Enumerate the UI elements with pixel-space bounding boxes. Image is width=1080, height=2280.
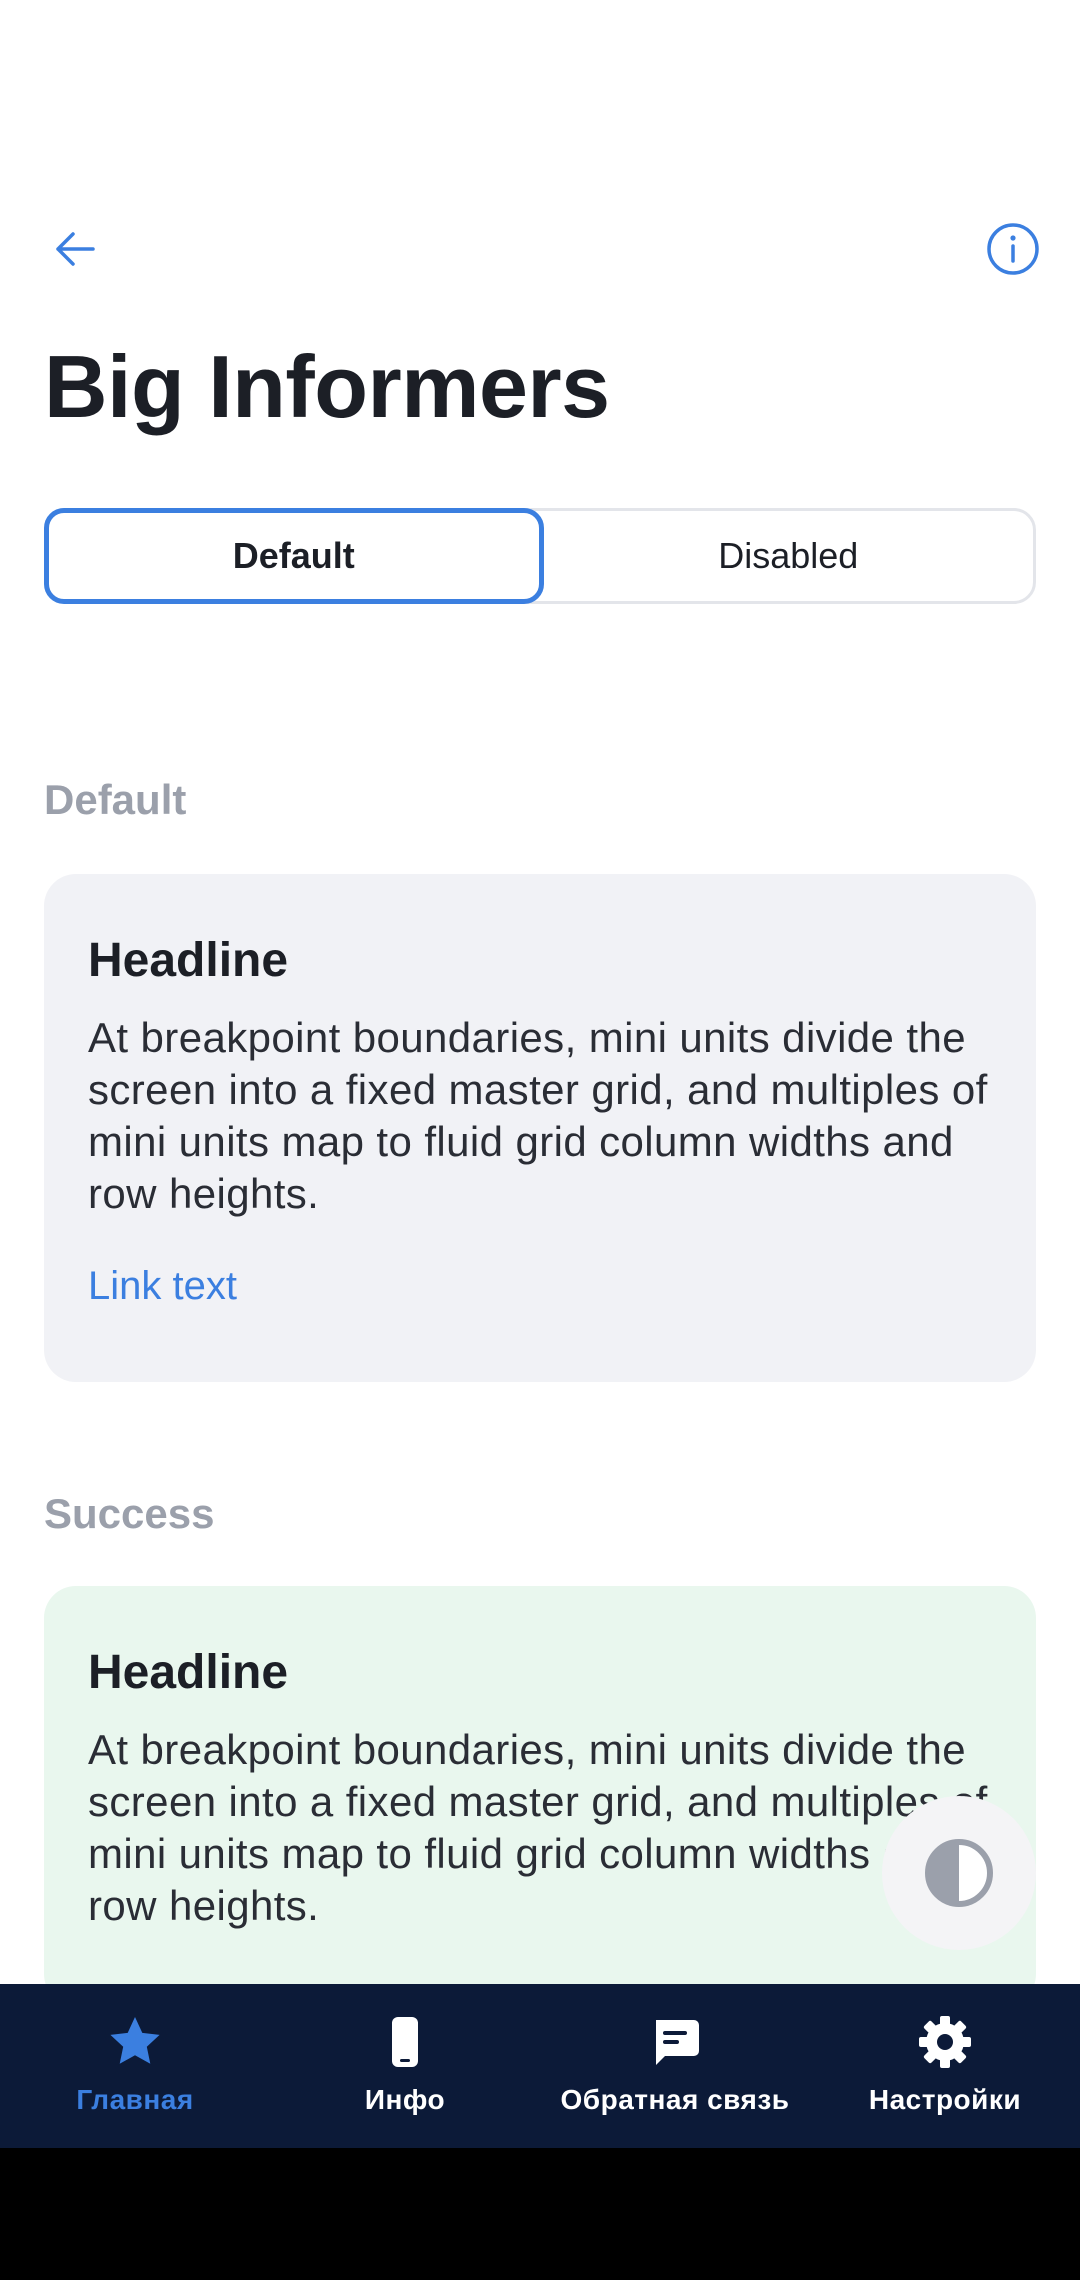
back-button[interactable] (44, 218, 106, 280)
nav-item-feedback[interactable]: Обратная связь (540, 1984, 810, 2148)
nav-item-info[interactable]: Инфо (270, 1984, 540, 2148)
info-circle-icon (987, 223, 1039, 275)
segment-disabled[interactable]: Disabled (544, 511, 1034, 601)
info-button[interactable] (982, 218, 1044, 280)
card-headline: Headline (88, 1646, 289, 1699)
nav-item-settings[interactable]: Настройки (810, 1984, 1080, 2148)
status-bar-area (0, 0, 1080, 200)
card-headline: Headline (88, 934, 289, 987)
nav-label-info: Инфо (364, 2084, 446, 2115)
page-title: Big Informers (44, 337, 610, 436)
system-navigation-bar (0, 2148, 1080, 2280)
arrow-left-icon (56, 232, 95, 266)
segmented-control: Default Disabled (44, 508, 1036, 604)
section-label-default: Default (44, 776, 187, 823)
card-body: At breakpoint boundaries, mini units div… (88, 1014, 988, 1217)
theme-contrast-icon (925, 1839, 993, 1907)
nav-item-home[interactable]: Главная (0, 1984, 270, 2148)
segment-default[interactable]: Default (44, 508, 544, 604)
nav-label-feedback: Обратная связь (560, 2084, 790, 2115)
card-body: At breakpoint boundaries, mini units div… (88, 1726, 988, 1929)
theme-toggle-button[interactable] (882, 1796, 1036, 1950)
section-label-success: Success (44, 1490, 215, 1537)
card-link[interactable]: Link text (88, 1264, 237, 1309)
gear-icon (919, 2016, 971, 2068)
bottom-navigation: Главная Инфо Обратная связь Настройки (0, 1984, 1080, 2148)
nav-label-home: Главная (76, 2084, 194, 2115)
star-icon (110, 2017, 160, 2064)
informer-card-success: Headline At breakpoint boundaries, mini … (44, 1586, 1036, 2006)
chat-icon (656, 2020, 699, 2065)
informer-card-default: Headline At breakpoint boundaries, mini … (44, 874, 1036, 1382)
phone-icon (392, 2017, 418, 2067)
nav-label-settings: Настройки (868, 2084, 1022, 2115)
